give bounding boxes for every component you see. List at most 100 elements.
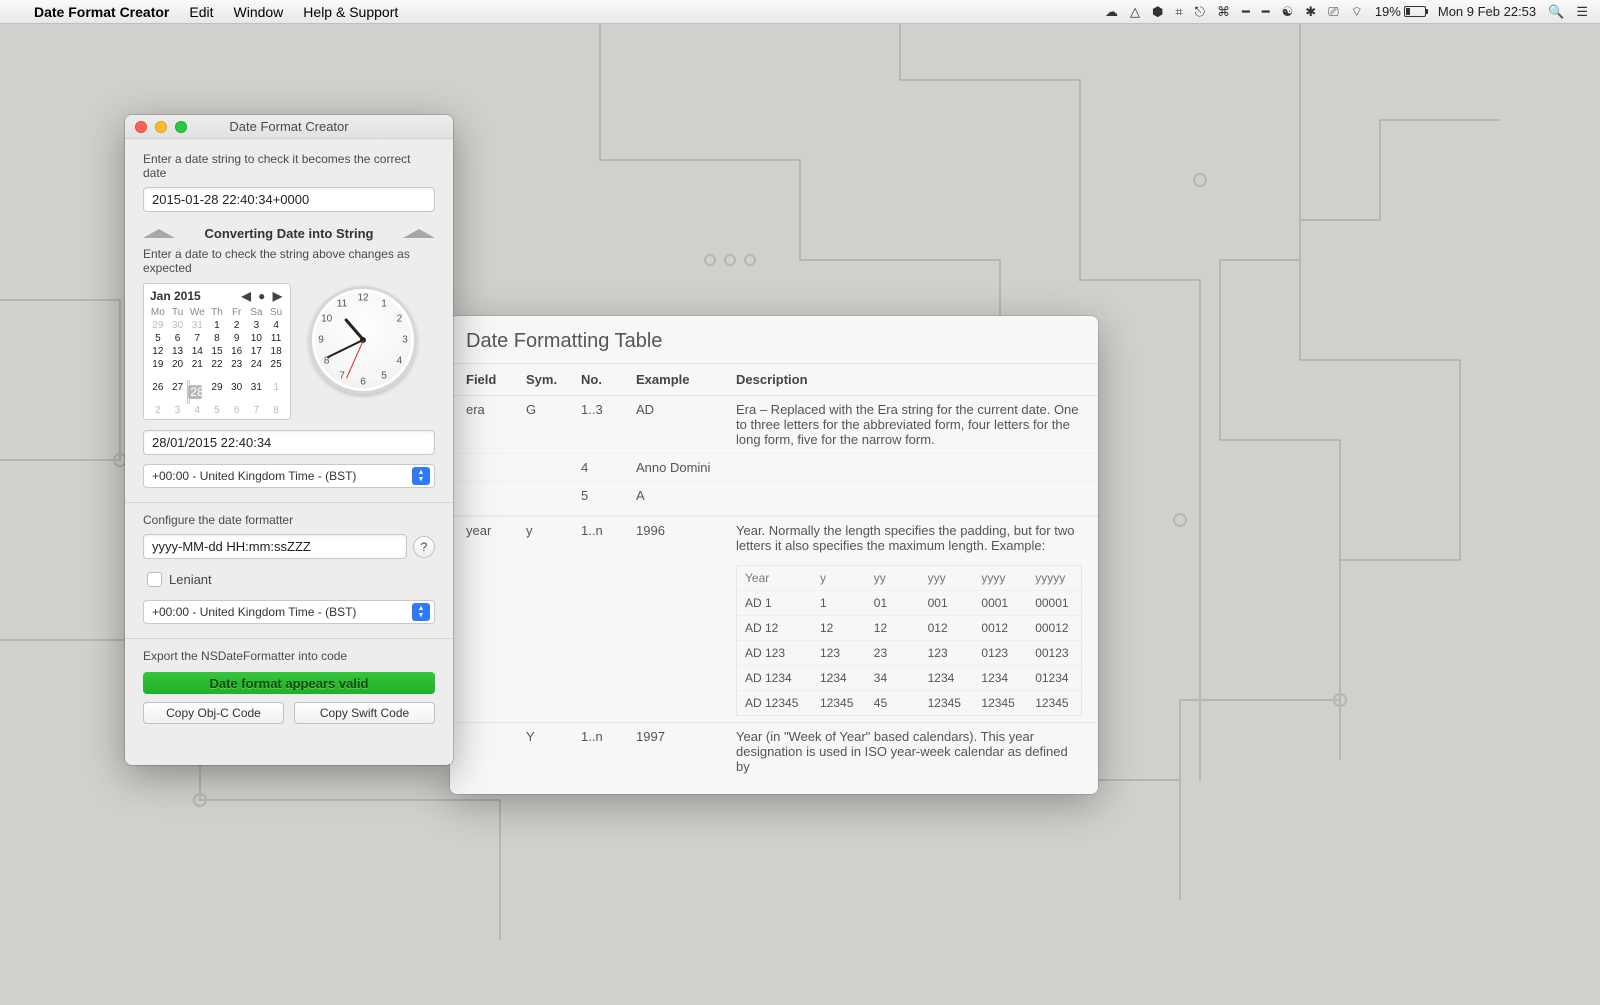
calendar-day[interactable]: 3 (247, 319, 267, 332)
era-field: era (466, 402, 526, 417)
ghost-icon[interactable]: ☁ (1105, 4, 1118, 20)
calendar-day[interactable]: 15 (207, 345, 227, 358)
calendar-day[interactable]: 29 (148, 319, 168, 332)
wifi-icon[interactable]: ⌔ (1351, 4, 1363, 20)
snail-icon[interactable]: ☯ (1282, 4, 1294, 20)
calendar-today-icon[interactable]: ● (256, 289, 267, 303)
calendar-day[interactable]: 3 (168, 404, 188, 417)
calendar-day[interactable]: 5 (148, 332, 168, 345)
calendar-day[interactable]: 21 (187, 358, 207, 371)
menu-edit[interactable]: Edit (189, 4, 213, 20)
menu-window[interactable]: Window (234, 4, 284, 20)
calendar-day[interactable]: 28 (187, 380, 190, 404)
calendar-day[interactable]: 29 (207, 371, 227, 404)
leniant-checkbox[interactable] (147, 572, 162, 587)
col-example: Example (636, 372, 736, 387)
zoom-button[interactable] (175, 121, 187, 133)
calendar-day[interactable]: 1 (266, 371, 286, 404)
mini-cell: 34 (866, 665, 920, 690)
mini-cell: 00123 (1027, 640, 1081, 665)
battery-status[interactable]: 19% (1375, 4, 1426, 19)
calendar-day[interactable]: 12 (148, 345, 168, 358)
notification-center-icon[interactable]: ☰ (1576, 4, 1588, 20)
mini-cell: 01 (866, 590, 920, 615)
calendar-day[interactable]: 13 (168, 345, 188, 358)
calendar-day[interactable]: 14 (187, 345, 207, 358)
timezone-select-2[interactable]: +00:00 - United Kingdom Time - (BST) ▲▼ (143, 600, 435, 624)
calendar-day[interactable]: 30 (227, 371, 247, 404)
app-menu[interactable]: Date Format Creator (34, 4, 169, 20)
calendar-next-icon[interactable]: ▶ (271, 289, 284, 303)
calendar-day[interactable]: 24 (247, 358, 267, 371)
timezone-2-value: +00:00 - United Kingdom Time - (BST) (152, 605, 356, 619)
minimize-button[interactable] (155, 121, 167, 133)
col-sym: Sym. (526, 372, 581, 387)
calendar-day[interactable]: 25 (266, 358, 286, 371)
dropbox-icon[interactable]: ⬢ (1152, 4, 1163, 20)
copy-swift-button[interactable]: Copy Swift Code (294, 702, 435, 724)
calendar-day[interactable]: 16 (227, 345, 247, 358)
calendar-day[interactable]: 10 (247, 332, 267, 345)
calendar-day[interactable]: 31 (187, 319, 207, 332)
calendar-day[interactable]: 31 (247, 371, 267, 404)
calendar-day[interactable]: 26 (148, 371, 168, 404)
calendar-day[interactable]: 8 (266, 404, 286, 417)
col-description: Description (736, 372, 1082, 387)
calendar-day[interactable]: 18 (266, 345, 286, 358)
year-ex: 1996 (636, 523, 736, 716)
close-button[interactable] (135, 121, 147, 133)
timezone-1-value: +00:00 - United Kingdom Time - (BST) (152, 469, 356, 483)
calendar-day[interactable]: 4 (266, 319, 286, 332)
menu-help[interactable]: Help & Support (303, 4, 398, 20)
dash1-icon[interactable]: ━ (1242, 4, 1250, 20)
headphones-icon[interactable]: ⎋ (1195, 4, 1205, 20)
format-string-input[interactable] (143, 534, 407, 559)
clock-numeral: 7 (339, 371, 345, 382)
mini-cell: 01234 (1027, 665, 1081, 690)
calendar-day[interactable]: 19 (148, 358, 168, 371)
calendar-day[interactable]: 6 (227, 404, 247, 417)
calendar-day[interactable]: 7 (187, 332, 207, 345)
calendar-day[interactable]: 27 (168, 371, 188, 404)
mini-cell: 1234 (973, 665, 1027, 690)
window-titlebar[interactable]: Date Format Creator (125, 115, 453, 139)
date-string-input[interactable] (143, 187, 435, 212)
calendar-picker[interactable]: Jan 2015 ◀ ● ▶ MoTuWeThFrSaSu29303112345… (143, 283, 291, 420)
paperclip-icon[interactable]: ⌗ (1175, 4, 1182, 20)
calendar-day[interactable]: 23 (227, 358, 247, 371)
battery-pct: 19% (1375, 4, 1401, 19)
calendar-day[interactable]: 20 (168, 358, 188, 371)
mini-cell: 45 (866, 690, 920, 715)
spotlight-icon[interactable]: 🔍 (1548, 4, 1564, 20)
date-output-field[interactable] (143, 430, 435, 455)
calendar-day[interactable]: 2 (148, 404, 168, 417)
dash2-icon[interactable]: ━ (1262, 4, 1270, 20)
puzzle-icon[interactable]: ✱ (1305, 4, 1316, 20)
calendar-day[interactable]: 5 (207, 404, 227, 417)
calendar-day[interactable]: 22 (207, 358, 227, 371)
clock-numeral: 4 (397, 356, 403, 367)
calendar-day[interactable]: 6 (168, 332, 188, 345)
copy-objc-button[interactable]: Copy Obj-C Code (143, 702, 284, 724)
mini-head: yyyy (973, 566, 1027, 590)
calendar-day[interactable]: 2 (227, 319, 247, 332)
timezone-select-1[interactable]: +00:00 - United Kingdom Time - (BST) ▲▼ (143, 464, 435, 488)
calendar-day[interactable]: 30 (168, 319, 188, 332)
calendar-day[interactable]: 7 (247, 404, 267, 417)
mini-cell: 12 (812, 615, 866, 640)
mini-cell: 00001 (1027, 590, 1081, 615)
display-icon[interactable]: ⎚ (1328, 4, 1338, 20)
help-button[interactable]: ? (413, 536, 435, 558)
calendar-day[interactable]: 1 (207, 319, 227, 332)
tool-icon[interactable]: ⌘ (1217, 4, 1230, 20)
calendar-day[interactable]: 8 (207, 332, 227, 345)
calendar-prev-icon[interactable]: ◀ (240, 289, 253, 303)
calendar-day[interactable]: 4 (187, 404, 207, 417)
menubar-clock[interactable]: Mon 9 Feb 22:53 (1438, 4, 1536, 19)
menubar: Date Format Creator Edit Window Help & S… (0, 0, 1600, 24)
calendar-day[interactable]: 11 (266, 332, 286, 345)
mini-cell: 12 (866, 615, 920, 640)
calendar-day[interactable]: 9 (227, 332, 247, 345)
triangle-icon[interactable]: △ (1130, 4, 1140, 20)
calendar-day[interactable]: 17 (247, 345, 267, 358)
